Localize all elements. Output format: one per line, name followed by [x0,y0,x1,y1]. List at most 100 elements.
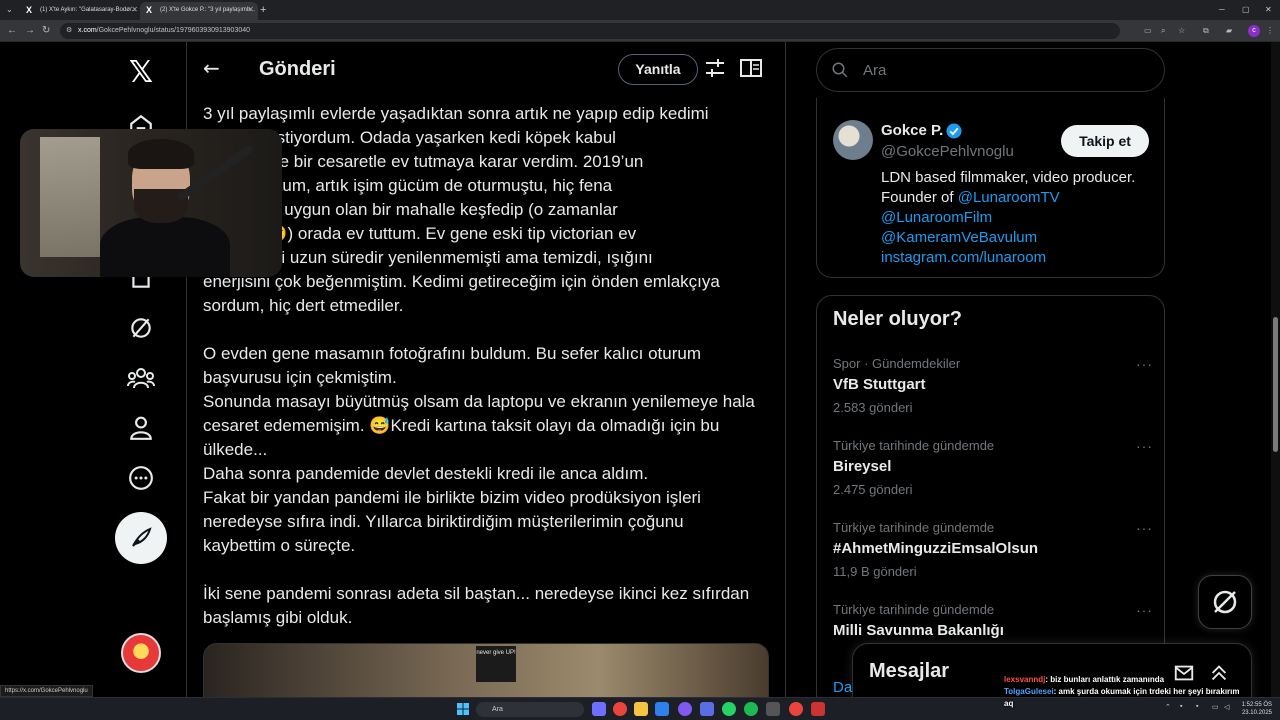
chat-message: aq [1004,698,1278,710]
taskbar-app-icon[interactable] [655,702,669,716]
profile-avatar-icon[interactable]: c [1248,25,1260,37]
communities-icon[interactable] [121,358,161,398]
back-icon[interactable]: ← [7,23,17,39]
discord-icon[interactable] [678,702,692,716]
webcam-window [40,137,100,257]
browser-tab-2[interactable]: X (2) X'te Gokce P.: "3 yıl paylaşımlı..… [140,2,258,20]
chat-username: TolgaGulesei [1004,687,1054,696]
trend-context: Türkiye tarihinde gündemde [833,438,995,453]
bio-text: LDN based filmmaker, video producer. [881,169,1136,186]
author-name[interactable]: Gokce P. [881,122,943,139]
file-explorer-icon[interactable] [634,702,648,716]
chrome-icon[interactable] [613,702,627,716]
trend-context: Türkiye tarihinde gündemde [833,520,995,535]
taskbar-app-icon[interactable] [592,702,606,716]
chat-text: : biz bunları anlattık zamanında [1045,675,1165,684]
trend-item[interactable]: Spor · Gündemdekiler VfB Stuttgart 2.583… [833,356,1153,436]
bio-link[interactable]: instagram.com/lunaroom [881,248,1161,268]
bio-link[interactable]: @LunaroomFilm [881,208,1161,228]
reader-view-icon[interactable] [739,56,763,80]
browser-tab-title: (1) X'te Aykırı: "Galatasaray-Bodø/... [40,7,137,13]
webcam-person-hair [128,139,194,169]
site-info-icon[interactable]: ⚙ [66,23,72,39]
bio-text: Founder of [881,189,958,206]
window-close-icon[interactable]: ✕ [1265,2,1272,18]
author-avatar[interactable] [833,120,873,160]
x-favicon-icon: X [26,5,33,15]
reply-button[interactable]: Yanıtla [618,54,698,85]
zoom-icon[interactable]: ⌕ [1161,23,1165,39]
back-arrow-icon[interactable]: ← [203,56,220,80]
webcam-overlay [20,129,282,277]
whatsapp-icon[interactable] [722,702,736,716]
author-handle[interactable]: @GokcePehlvnoglu [881,143,1014,160]
tab-close-icon[interactable]: ✕ [131,2,138,18]
trend-item[interactable]: Türkiye tarihinde gündemde Bireysel 2.47… [833,438,1153,518]
status-bar-link: https://x.com/GokcePehlvnoglu [0,685,93,697]
bio-link[interactable]: @KameramVeBavulum [881,228,1161,248]
url-field[interactable]: ⚙ x.com/GokcePehlvnoglu/status/197960393… [60,23,1120,39]
extensions-icon[interactable]: ⧉ [1203,23,1209,39]
spotify-icon[interactable] [744,702,758,716]
stream-chat-overlay: lexsvanndj: biz bunları anlattık zamanın… [1004,674,1278,710]
tab-close-icon[interactable]: ✕ [247,2,254,18]
image-sign: never give UP! [476,646,516,682]
post-image[interactable]: never give UP! [203,643,769,697]
trend-count: 2.583 gönderi [833,400,913,415]
grok-floating-button[interactable] [1198,575,1252,629]
maximize-icon[interactable]: ▢ [1242,2,1250,18]
feather-icon [132,527,152,547]
taskbar-app-icon[interactable] [811,702,825,716]
author-bio: LDN based filmmaker, video producer. Fou… [881,168,1161,268]
follow-button[interactable]: Takip et [1061,125,1149,157]
address-bar-row: ← → ↻ ⚙ x.com/GokcePehlvnoglu/status/197… [0,20,1280,42]
trend-count: 2.475 gönderi [833,482,913,497]
x-logo-icon[interactable]: 𝕏 [121,52,161,92]
account-avatar[interactable] [121,633,161,673]
post-text: 3 yıl paylaşımlı evlerde yaşadıktan sonr… [203,102,775,630]
trend-name: VfB Stuttgart [833,376,926,393]
forward-icon[interactable]: → [25,23,35,39]
grok-nav-icon[interactable] [121,308,161,348]
trend-name: Bireysel [833,458,892,475]
browser-tab-1[interactable]: X (1) X'te Aykırı: "Galatasaray-Bodø/...… [20,2,142,20]
trend-more-icon[interactable]: ··· [1136,438,1153,454]
x-favicon-icon: X [146,5,153,15]
profile-icon[interactable] [121,408,161,448]
trend-more-icon[interactable]: ··· [1136,520,1153,536]
url-host: x.com [78,27,97,34]
browser-tab-title: (2) X'te Gokce P.: "3 yıl paylaşımlı... [160,7,255,13]
bio-link[interactable]: @LunaroomTV [958,189,1060,206]
taskbar-search-label: Ara [492,706,503,713]
tab-list-icon[interactable]: ⌄ [6,2,13,18]
browser-menu-icon[interactable]: ⋮ [1266,23,1274,39]
bookmark-star-icon[interactable]: ☆ [1178,23,1185,39]
browser-tabbar: ⌄ X (1) X'te Aykırı: "Galatasaray-Bodø/.… [0,0,1280,20]
reload-icon[interactable]: ↻ [42,23,50,39]
url-path: /GokcePehlvnoglu/status/1979603930913903… [96,27,251,34]
trend-more-icon[interactable]: ··· [1136,356,1153,372]
more-options-icon[interactable] [121,458,161,498]
messages-title: Mesajlar [869,660,950,682]
chrome-icon[interactable] [789,702,803,716]
search-input[interactable]: Ara [816,48,1165,92]
cast-icon[interactable]: ▭ [1144,23,1152,39]
taskbar-search[interactable]: Ara [476,702,584,717]
page-scrollbar[interactable] [1271,42,1280,697]
clock-date: 23.10.2025 [1241,710,1272,716]
trend-item[interactable]: Türkiye tarihinde gündemde #AhmetMinguzz… [833,520,1153,600]
scrollbar-thumb[interactable] [1273,317,1278,452]
trend-more-icon[interactable]: ··· [1136,602,1153,618]
taskbar-app-icon[interactable] [700,702,714,716]
minimize-icon[interactable]: ─ [1219,2,1225,18]
show-more-link[interactable]: Da [833,679,852,696]
compose-post-button[interactable] [115,512,167,564]
sliders-icon[interactable] [703,56,727,80]
chat-message: lexsvanndj: biz bunları anlattık zamanın… [1004,674,1278,686]
new-tab-button[interactable]: + [260,2,266,18]
obs-icon[interactable] [766,702,780,716]
search-placeholder: Ara [863,62,887,79]
extension-icon[interactable]: ▰ [1226,23,1232,39]
windows-start-icon[interactable] [457,703,469,715]
chat-message: TolgaGulesei: amk şurda okumak için trde… [1004,686,1278,698]
